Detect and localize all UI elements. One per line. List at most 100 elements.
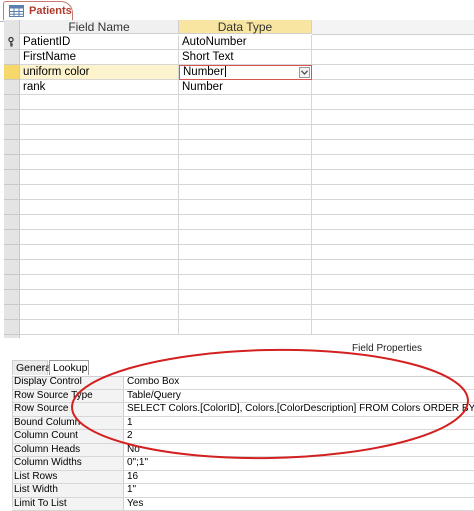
description-cell[interactable] xyxy=(312,215,474,230)
data-type-cell[interactable] xyxy=(179,110,312,125)
row-selector[interactable] xyxy=(4,275,19,290)
empty-field-row[interactable] xyxy=(4,320,474,335)
tab-patients[interactable]: Patients xyxy=(3,1,73,20)
empty-field-row[interactable] xyxy=(4,125,474,140)
property-value[interactable]: 16 xyxy=(125,471,474,484)
row-selector[interactable] xyxy=(4,245,19,260)
row-selector[interactable] xyxy=(4,125,19,140)
data-type-cell[interactable] xyxy=(179,170,312,185)
property-value[interactable]: Yes xyxy=(125,498,474,511)
empty-field-row[interactable] xyxy=(4,260,474,275)
field-row[interactable]: rankNumber xyxy=(4,80,474,95)
empty-field-row[interactable] xyxy=(4,305,474,320)
empty-field-row[interactable] xyxy=(4,215,474,230)
row-selector[interactable] xyxy=(4,320,19,335)
description-cell[interactable] xyxy=(312,170,474,185)
property-value[interactable]: Table/Query xyxy=(125,390,474,403)
property-value[interactable]: 0";1" xyxy=(125,457,474,470)
row-selector[interactable] xyxy=(4,185,19,200)
data-type-cell[interactable] xyxy=(179,95,312,110)
row-selector[interactable] xyxy=(4,95,19,110)
description-cell[interactable] xyxy=(312,185,474,200)
field-name-cell[interactable] xyxy=(20,260,179,275)
description-cell[interactable] xyxy=(312,50,474,65)
empty-field-row[interactable] xyxy=(4,95,474,110)
empty-field-row[interactable] xyxy=(4,185,474,200)
field-row[interactable]: FirstNameShort Text xyxy=(4,50,474,65)
description-cell[interactable] xyxy=(312,200,474,215)
data-type-cell[interactable]: Number xyxy=(179,80,312,95)
data-type-cell[interactable] xyxy=(179,275,312,290)
empty-field-row[interactable] xyxy=(4,200,474,215)
field-name-cell[interactable]: PatientID xyxy=(20,35,179,50)
description-cell[interactable] xyxy=(312,260,474,275)
description-cell[interactable] xyxy=(312,140,474,155)
property-value[interactable]: No xyxy=(125,444,474,457)
field-name-cell[interactable] xyxy=(20,275,179,290)
row-selector[interactable] xyxy=(4,170,19,185)
description-cell[interactable] xyxy=(312,305,474,320)
tab-lookup[interactable]: Lookup xyxy=(49,360,89,375)
property-value[interactable]: 2 xyxy=(125,430,474,443)
data-type-cell[interactable] xyxy=(179,215,312,230)
field-name-cell[interactable]: FirstName xyxy=(20,50,179,65)
description-cell[interactable] xyxy=(312,245,474,260)
data-type-cell[interactable] xyxy=(179,125,312,140)
empty-field-row[interactable] xyxy=(4,230,474,245)
field-name-cell[interactable]: uniform color xyxy=(20,65,179,80)
description-cell[interactable] xyxy=(312,230,474,245)
description-cell[interactable] xyxy=(312,80,474,95)
tab-general[interactable]: General xyxy=(12,360,48,375)
field-name-cell[interactable] xyxy=(20,305,179,320)
row-selector[interactable] xyxy=(4,140,19,155)
row-selector[interactable] xyxy=(4,110,19,125)
data-type-cell[interactable] xyxy=(179,200,312,215)
description-cell[interactable] xyxy=(312,320,474,335)
description-cell[interactable] xyxy=(312,65,474,80)
property-value[interactable]: 1" xyxy=(125,484,474,497)
data-type-cell[interactable] xyxy=(179,185,312,200)
field-name-cell[interactable]: rank xyxy=(20,80,179,95)
empty-field-row[interactable] xyxy=(4,155,474,170)
data-type-cell[interactable] xyxy=(179,320,312,335)
description-cell[interactable] xyxy=(312,110,474,125)
field-name-cell[interactable] xyxy=(20,245,179,260)
description-cell[interactable] xyxy=(312,35,474,50)
field-name-cell[interactable] xyxy=(20,140,179,155)
row-selector[interactable] xyxy=(4,35,19,50)
description-cell[interactable] xyxy=(312,290,474,305)
data-type-cell[interactable] xyxy=(179,245,312,260)
empty-field-row[interactable] xyxy=(4,275,474,290)
description-cell[interactable] xyxy=(312,125,474,140)
field-name-cell[interactable] xyxy=(20,125,179,140)
empty-field-row[interactable] xyxy=(4,140,474,155)
data-type-cell[interactable]: Short Text xyxy=(179,50,312,65)
description-cell[interactable] xyxy=(312,275,474,290)
row-selector[interactable] xyxy=(4,290,19,305)
row-selector[interactable] xyxy=(4,65,19,80)
field-name-cell[interactable] xyxy=(20,95,179,110)
data-type-cell[interactable] xyxy=(179,290,312,305)
row-selector[interactable] xyxy=(4,200,19,215)
row-selector[interactable] xyxy=(4,230,19,245)
data-type-cell[interactable] xyxy=(179,260,312,275)
data-type-cell[interactable]: AutoNumber xyxy=(179,35,312,50)
empty-field-row[interactable] xyxy=(4,290,474,305)
description-cell[interactable] xyxy=(312,155,474,170)
row-selector[interactable] xyxy=(4,260,19,275)
data-type-cell[interactable] xyxy=(179,155,312,170)
field-name-cell[interactable] xyxy=(20,215,179,230)
row-selector[interactable] xyxy=(4,155,19,170)
property-value[interactable]: 1 xyxy=(125,417,474,430)
field-name-cell[interactable] xyxy=(20,170,179,185)
field-name-cell[interactable] xyxy=(20,200,179,215)
field-row[interactable]: PatientIDAutoNumber xyxy=(4,35,474,50)
empty-field-row[interactable] xyxy=(4,245,474,260)
property-value[interactable]: SELECT Colors.[ColorID], Colors.[ColorDe… xyxy=(125,403,474,416)
description-cell[interactable] xyxy=(312,95,474,110)
field-name-cell[interactable] xyxy=(20,155,179,170)
row-selector[interactable] xyxy=(4,305,19,320)
field-name-cell[interactable] xyxy=(20,185,179,200)
field-name-cell[interactable] xyxy=(20,230,179,245)
row-selector[interactable] xyxy=(4,80,19,95)
